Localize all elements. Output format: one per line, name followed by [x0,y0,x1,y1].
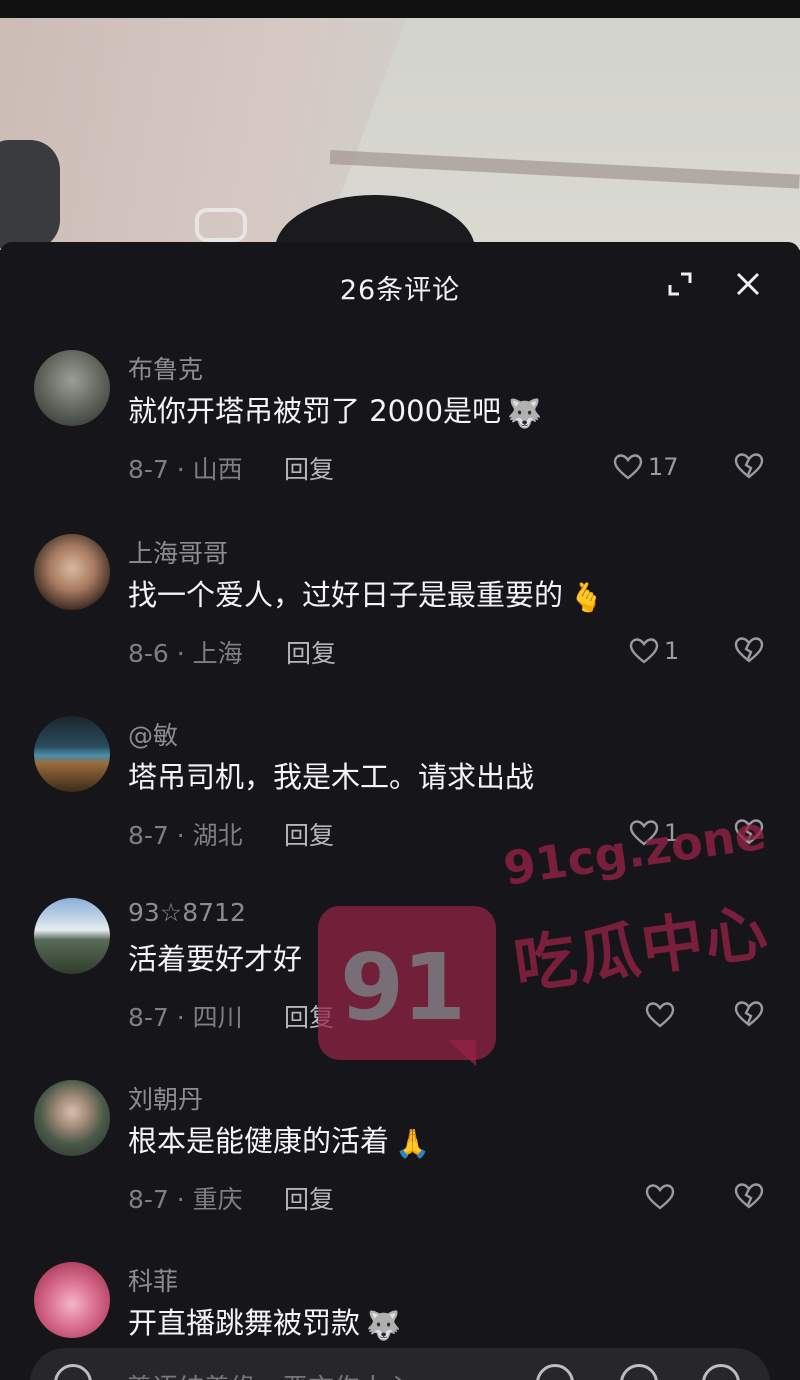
comment-meta: 8-7 · 重庆 [128,1185,243,1214]
heart-icon [629,820,659,846]
close-button[interactable] [730,266,766,302]
comment-text: 就你开塔吊被罚了 2000是吧 🐺 [128,388,542,430]
like-button[interactable] [644,998,676,1032]
comment-meta: 8-7 · 湖北 [128,821,243,850]
comment-text-content: 找一个爱人，过好日子是最重要的 [128,578,564,612]
avatar[interactable] [34,350,110,426]
like-count: 1 [664,637,680,665]
comment-text-content: 开直播跳舞被罚款 [128,1306,361,1340]
wolf-emoji: 🐺 [366,1308,401,1342]
comment-text-content: 根本是能健康的活着 [128,1124,390,1158]
dislike-button[interactable] [733,634,767,668]
broken-heart-icon [734,819,764,845]
reply-button[interactable]: 回复 [284,816,334,852]
comments-sheet: 26条评论 布鲁克 就你开塔吊被罚了 2000是吧 🐺 8-7 · 山西 回复 1… [0,242,800,1380]
comment-meta: 8-7 · 四川 [128,1003,243,1032]
expand-button[interactable] [662,266,698,302]
comment-username[interactable]: 布鲁克 [128,350,203,386]
avatar[interactable] [34,716,110,792]
video-background [0,0,800,250]
comment-input-bar[interactable]: 善语结善缘，恶言伤人心 [30,1348,770,1380]
like-button[interactable]: 17 [612,450,679,484]
broken-heart-icon [734,637,764,663]
avatar[interactable] [34,534,110,610]
avatar[interactable] [34,1262,110,1338]
wolf-emoji: 🐺 [507,396,542,430]
folded-hands-emoji: 🙏 [395,1126,430,1160]
broken-heart-icon [734,1183,764,1209]
comment-text-content: 塔吊司机，我是木工。请求出战 [128,760,535,794]
avatar[interactable] [34,1080,110,1156]
comment-text: 活着要好才好 [128,936,302,978]
heart-icon [645,1184,675,1210]
like-count: 1 [664,819,680,847]
comment-meta: 8-6 · 上海 [128,639,243,668]
comment-text: 塔吊司机，我是木工。请求出战 [128,754,534,796]
comment-text: 找一个爱人，过好日子是最重要的 🫰 [128,572,604,614]
finger-heart-emoji: 🫰 [569,580,604,614]
reply-button[interactable]: 回复 [286,634,336,670]
video-glasses [195,208,247,242]
status-strip [0,0,800,18]
comment-text-content: 就你开塔吊被罚了 2000是吧 [128,394,502,428]
avatar[interactable] [34,898,110,974]
sheet-header: 26条评论 [0,242,800,328]
like-button[interactable] [644,1180,676,1214]
camera-icon[interactable] [54,1364,92,1380]
reply-button[interactable]: 回复 [284,998,334,1034]
add-icon[interactable] [702,1364,740,1380]
at-icon[interactable] [536,1364,574,1380]
dislike-button[interactable] [733,998,767,1032]
comment-username[interactable]: @敏 [128,716,178,752]
heart-icon [613,454,643,480]
reply-button[interactable]: 回复 [284,450,334,486]
close-icon [736,272,760,296]
comment-text: 开直播跳舞被罚款 🐺 [128,1300,401,1342]
comment-input-placeholder[interactable]: 善语结善缘，恶言伤人心 [126,1368,412,1380]
dislike-button[interactable] [733,450,767,484]
comment-username[interactable]: 上海哥哥 [128,534,228,570]
like-count: 17 [648,453,679,481]
reply-button[interactable]: 回复 [284,1180,334,1216]
dislike-button[interactable] [733,816,767,850]
heart-icon [645,1002,675,1028]
dislike-button[interactable] [733,1180,767,1214]
expand-icon [668,272,692,296]
emoji-icon[interactable] [620,1364,658,1380]
comment-username[interactable]: 93☆8712 [128,898,246,927]
like-button[interactable]: 1 [628,634,679,668]
broken-heart-icon [734,1001,764,1027]
comment-meta: 8-7 · 山西 [128,455,243,484]
broken-heart-icon [734,453,764,479]
comment-username[interactable]: 科菲 [128,1262,178,1298]
comment-username[interactable]: 刘朝丹 [128,1080,203,1116]
comment-text-content: 活着要好才好 [128,942,303,976]
video-seat [0,140,60,250]
like-button[interactable]: 1 [628,816,679,850]
heart-icon [629,638,659,664]
comment-text: 根本是能健康的活着 🙏 [128,1118,430,1160]
